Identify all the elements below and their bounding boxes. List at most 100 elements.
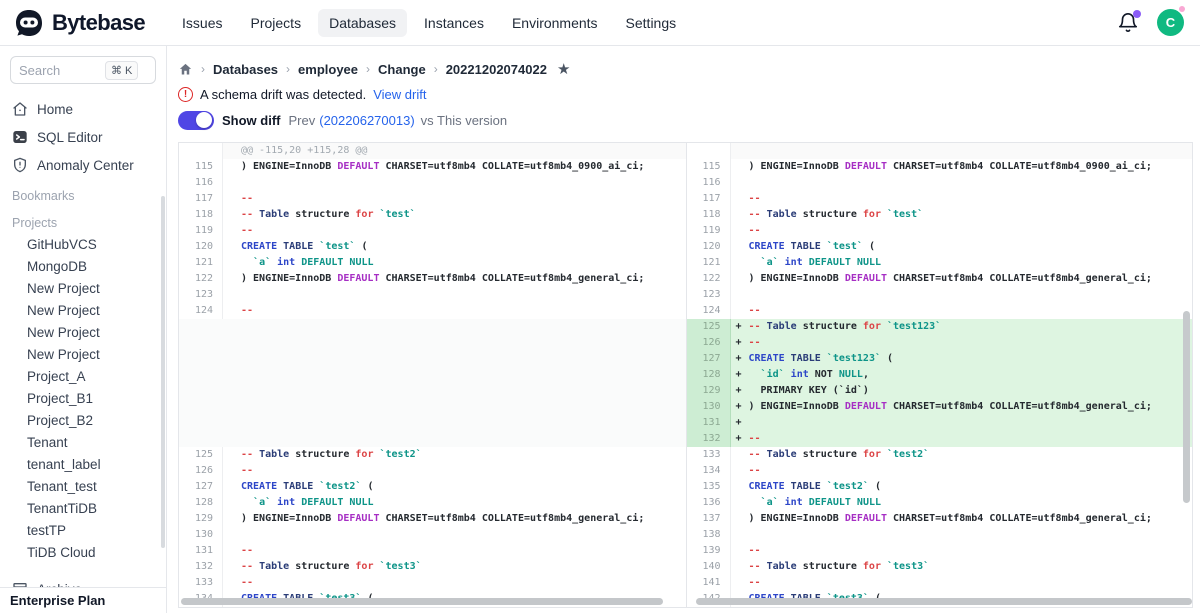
breadcrumb-item-change[interactable]: Change (378, 62, 426, 77)
sidebar-project-item[interactable]: TenantTiDB (10, 498, 156, 520)
line-number: 119 (687, 223, 731, 239)
vertical-scrollbar[interactable] (1183, 311, 1190, 503)
avatar[interactable]: C (1157, 9, 1184, 36)
nav-tab-databases[interactable]: Databases (318, 9, 407, 37)
sidebar-item-home[interactable]: Home (10, 96, 156, 122)
view-drift-link[interactable]: View drift (373, 87, 426, 102)
line-number: 119 (179, 223, 223, 239)
sidebar-project-item[interactable]: New Project (10, 278, 156, 300)
breadcrumb-separator: › (201, 62, 205, 76)
code-line: +-- Table structure for `test123` (731, 319, 1193, 335)
code-line: ) ENGINE=InnoDB DEFAULT CHARSET=utf8mb4 … (223, 159, 686, 175)
code-line: + `id` int NOT NULL, (731, 367, 1193, 383)
sidebar-project-item[interactable]: New Project (10, 322, 156, 344)
code-line: -- Table structure for `test2` (223, 447, 686, 463)
diff-line: 132 -- Table structure for `test3` (179, 559, 686, 575)
sidebar-project-item[interactable]: Project_A (10, 366, 156, 388)
line-number: 123 (179, 287, 223, 303)
diff-placeholder-row (179, 415, 686, 431)
horizontal-scrollbar-left[interactable] (181, 598, 663, 605)
nav-tab-projects[interactable]: Projects (240, 9, 313, 37)
line-number: 134 (687, 463, 731, 479)
line-number: 129 (179, 511, 223, 527)
code-line: -- (223, 543, 686, 559)
diff-line: 127 CREATE TABLE `test2` ( (179, 479, 686, 495)
brand[interactable]: Bytebase (14, 8, 145, 38)
search-box[interactable]: ⌘ K (10, 56, 156, 84)
sidebar-scrollbar-thumb[interactable] (161, 196, 165, 548)
schema-drift-alert: ! A schema drift was detected. View drif… (178, 85, 1193, 103)
nav-tab-environments[interactable]: Environments (501, 9, 609, 37)
diff-line: 122 ) ENGINE=InnoDB DEFAULT CHARSET=utf8… (179, 271, 686, 287)
sidebar-project-item[interactable]: Tenant (10, 432, 156, 454)
code-line: -- (223, 223, 686, 239)
breadcrumb-item-version[interactable]: 20221202074022 (446, 62, 547, 77)
sidebar-project-item[interactable]: GitHubVCS (10, 234, 156, 256)
line-number: 137 (687, 511, 731, 527)
bookmark-star-icon[interactable]: ★ (557, 60, 570, 78)
sidebar-project-item[interactable]: New Project (10, 344, 156, 366)
sidebar-project-item[interactable]: MongoDB (10, 256, 156, 278)
diff-line: 131 -- (179, 543, 686, 559)
code-line: -- Table structure for `test` (731, 207, 1193, 223)
diff-line: 117 -- (179, 191, 686, 207)
horizontal-scrollbar-right[interactable] (696, 598, 1192, 605)
diff-placeholder-row (179, 399, 686, 415)
line-number: 135 (687, 479, 731, 495)
line-number: 132 (179, 559, 223, 575)
sidebar-item-sql-editor[interactable]: SQL Editor (10, 124, 156, 150)
sidebar-item-label: Home (37, 102, 73, 117)
line-number: 126 (179, 463, 223, 479)
navbar-right: C (1117, 9, 1184, 36)
diff-line: 120 CREATE TABLE `test` ( (179, 239, 686, 255)
diff-sign (736, 159, 749, 175)
show-diff-toggle[interactable] (178, 111, 214, 130)
anomaly-shield-icon (12, 157, 28, 173)
diff-line: 128+ `id` int NOT NULL, (687, 367, 1193, 383)
line-number: 126 (687, 335, 731, 351)
code-line: CREATE TABLE `test2` ( (223, 479, 686, 495)
brand-name: Bytebase (52, 10, 145, 36)
alert-exclamation-icon: ! (178, 87, 193, 102)
diff-sign (228, 511, 241, 527)
sidebar-project-item[interactable]: Tenant_test (10, 476, 156, 498)
diff-sign (736, 287, 749, 303)
code-line: -- (223, 575, 686, 591)
notifications-bell-icon[interactable] (1117, 12, 1139, 34)
breadcrumb-item-databases[interactable]: Databases (213, 62, 278, 77)
diff-sign (228, 543, 241, 559)
diff-panel-right: 115 ) ENGINE=InnoDB DEFAULT CHARSET=utf8… (686, 143, 1193, 607)
diff-line: 134 -- (687, 463, 1193, 479)
sidebar-item-anomaly-center[interactable]: Anomaly Center (10, 152, 156, 178)
sidebar-project-item[interactable]: Project_B2 (10, 410, 156, 432)
nav-tab-instances[interactable]: Instances (413, 9, 495, 37)
nav-tab-issues[interactable]: Issues (171, 9, 233, 37)
diff-sign (736, 447, 749, 463)
line-number: 141 (687, 575, 731, 591)
diff-sign (228, 191, 241, 207)
search-input[interactable] (19, 63, 105, 78)
sidebar-project-item[interactable]: testTP (10, 520, 156, 542)
breadcrumb-item-employee[interactable]: employee (298, 62, 358, 77)
diff-line: 123 (687, 287, 1193, 303)
diff-line: 126 -- (179, 463, 686, 479)
diff-line: 119 -- (179, 223, 686, 239)
line-number: 121 (687, 255, 731, 271)
sidebar-project-item[interactable]: tenant_label (10, 454, 156, 476)
diff-line: 120 CREATE TABLE `test` ( (687, 239, 1193, 255)
bytebase-logo-icon (14, 8, 44, 38)
sidebar-section-projects: Projects (10, 207, 156, 234)
sidebar-project-item[interactable]: TiDB Cloud (10, 542, 156, 564)
line-number: 133 (687, 447, 731, 463)
line-number: 124 (687, 303, 731, 319)
sidebar-project-item[interactable]: New Project (10, 300, 156, 322)
breadcrumb-home-icon[interactable] (178, 62, 193, 77)
prev-version-link[interactable]: (202206270013) (319, 113, 414, 128)
diff-sign: + (736, 415, 749, 431)
sidebar-project-item[interactable]: Project_B1 (10, 388, 156, 410)
code-line: -- (731, 303, 1193, 319)
nav-tab-settings[interactable]: Settings (615, 9, 688, 37)
sidebar: ⌘ K Home SQL Editor (0, 46, 167, 613)
main-nav-tabs: IssuesProjectsDatabasesInstancesEnvironm… (171, 9, 687, 37)
hunk-header-text: @@ -115,20 +115,28 @@ (223, 143, 686, 159)
